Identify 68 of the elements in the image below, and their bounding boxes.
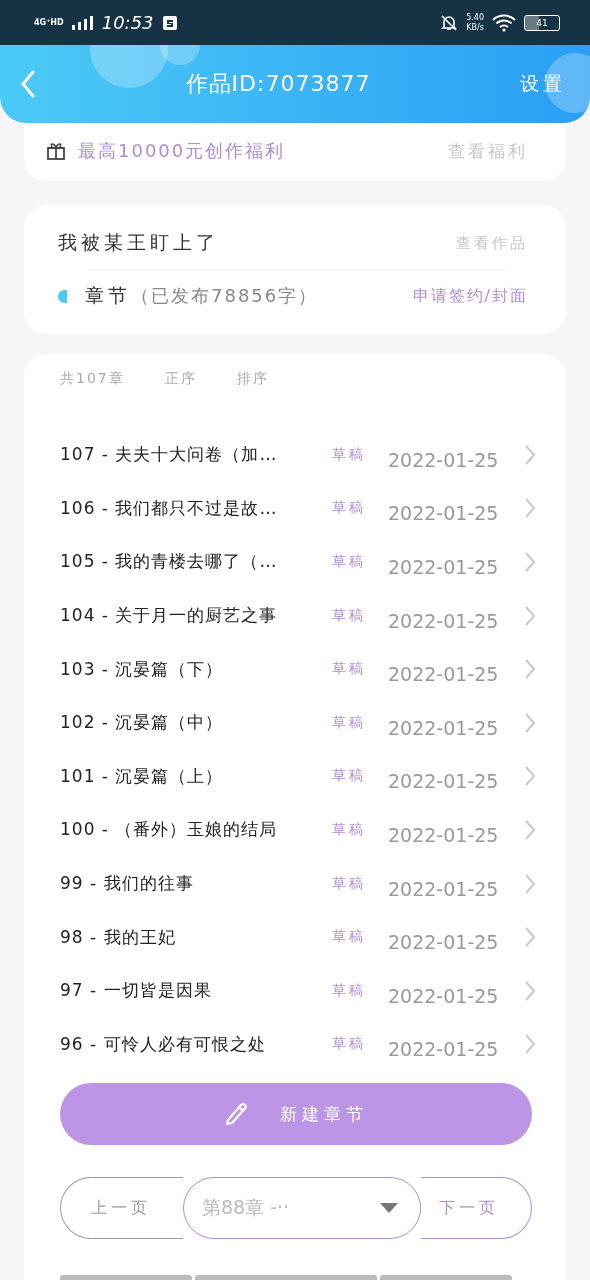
chapter-date: 2022-01-25 — [388, 770, 500, 793]
network-label: 4G⁺HD — [34, 18, 64, 27]
chapter-title[interactable]: 96 - 可怜人必有可恨之处 — [60, 1032, 332, 1056]
draft-label: 草稿 — [332, 445, 367, 464]
chapter-title[interactable]: 98 - 我的王妃 — [60, 925, 332, 949]
bubble-decoration — [545, 53, 590, 113]
draft-label: 草稿 — [332, 1035, 367, 1054]
chapter-date: 2022-01-25 — [388, 931, 500, 954]
chapter-title[interactable]: 103 - 沉晏篇（下） — [60, 657, 332, 681]
chapter-date: 2022-01-25 — [388, 984, 500, 1007]
back-icon[interactable] — [20, 70, 36, 98]
chapter-date: 2022-01-25 — [388, 502, 500, 525]
work-title: 我被某王盯上了 — [58, 230, 220, 255]
promo-text: 最高10000元创作福利 — [78, 139, 287, 163]
chapter-date: 2022-01-25 — [388, 448, 500, 471]
chevron-right-icon[interactable] — [524, 1033, 536, 1056]
chapters-label: 章节 — [85, 283, 131, 308]
chapter-title[interactable]: 100 - （番外）玉娘的结局 — [60, 818, 332, 842]
chevron-right-icon[interactable] — [524, 979, 536, 1002]
chapter-title[interactable]: 105 - 我的青楼去哪了（… — [60, 550, 332, 574]
draft-label: 草稿 — [332, 606, 367, 625]
chapter-date: 2022-01-25 — [388, 556, 500, 578]
chevron-right-icon[interactable] — [524, 497, 536, 520]
chapter-date: 2022-01-25 — [388, 716, 500, 739]
draft-label: 草稿 — [332, 874, 367, 893]
draft-label: 草稿 — [332, 981, 367, 1000]
marker-icon — [58, 289, 67, 303]
signal-icon — [71, 15, 94, 30]
draft-label: 草稿 — [332, 713, 367, 732]
wifi-icon — [492, 13, 516, 32]
chevron-right-icon[interactable] — [524, 443, 536, 466]
battery-icon: 41 — [524, 14, 560, 31]
chapter-title[interactable]: 97 - 一切皆是因果 — [60, 979, 332, 1003]
chapter-total: 共107章 — [60, 370, 125, 388]
draft-label: 草稿 — [332, 553, 367, 571]
chapter-title[interactable]: 101 - 沉晏篇（上） — [60, 764, 332, 788]
pencil-icon — [224, 1101, 250, 1128]
chapter-date: 2022-01-25 — [388, 823, 500, 846]
chapter-date: 2022-01-25 — [388, 877, 500, 900]
dropdown-icon — [380, 1203, 398, 1214]
draft-label: 草稿 — [332, 928, 367, 947]
published-count: （已发布78856字） — [131, 284, 320, 308]
chapter-title[interactable]: 107 - 夫夫十大问卷（加… — [60, 443, 332, 467]
chevron-right-icon[interactable] — [524, 658, 536, 681]
chapter-title[interactable]: 99 - 我们的往事 — [60, 872, 332, 896]
chapter-title[interactable]: 102 - 沉晏篇（中） — [60, 711, 332, 735]
chevron-right-icon[interactable] — [524, 926, 536, 949]
gift-icon — [46, 141, 66, 161]
chapter-date: 2022-01-25 — [388, 663, 500, 686]
chapter-title[interactable]: 106 - 我们都只不过是故… — [60, 496, 332, 520]
chevron-right-icon[interactable] — [524, 551, 536, 573]
chevron-right-icon[interactable] — [524, 711, 536, 734]
muted-bell-icon — [440, 13, 459, 32]
chapter-date: 2022-01-25 — [388, 1038, 500, 1061]
app-notification-icon — [161, 14, 178, 31]
draft-label: 草稿 — [332, 767, 367, 786]
chevron-right-icon[interactable] — [524, 818, 536, 841]
chapter-title[interactable]: 104 - 关于月一的厨艺之事 — [60, 604, 332, 628]
chapter-date: 2022-01-25 — [388, 609, 500, 632]
page-title: 作品ID:7073877 — [184, 70, 372, 98]
clock: 10:53 — [101, 12, 154, 33]
chevron-right-icon[interactable] — [524, 604, 536, 627]
chevron-right-icon[interactable] — [524, 765, 536, 788]
draft-label: 草稿 — [332, 820, 367, 839]
draft-label: 草稿 — [332, 660, 367, 679]
draft-label: 草稿 — [332, 499, 367, 518]
chevron-right-icon[interactable] — [524, 872, 536, 895]
network-speed: 5.40 KB/s — [466, 12, 484, 33]
